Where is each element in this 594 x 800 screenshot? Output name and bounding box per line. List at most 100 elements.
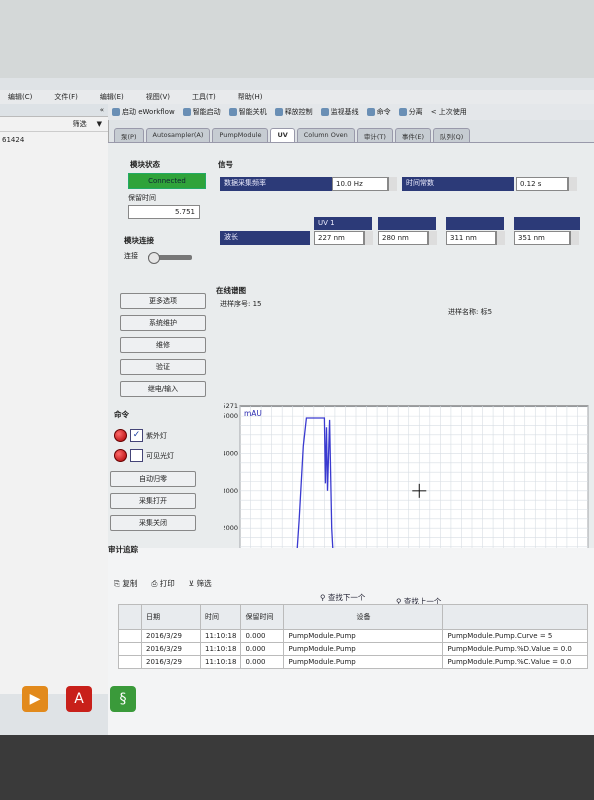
sample-rate-spinner[interactable] xyxy=(388,177,397,191)
repair-button[interactable]: 维修 xyxy=(120,337,206,353)
wavelength-spinner-4[interactable] xyxy=(570,231,579,245)
sample-rate-field[interactable]: 10.0 Hz xyxy=(332,177,388,191)
module-status-title: 模块状态 xyxy=(130,160,160,169)
smart-shutdown-button[interactable]: 智能关机 xyxy=(228,107,267,117)
tab-queue[interactable]: 队列(Q) xyxy=(433,128,471,142)
vis-lamp-indicator xyxy=(114,449,127,462)
module-tabs: 泵(P) Autosampler(A) PumpModule UV Column… xyxy=(108,128,594,142)
menu-item[interactable]: 帮助(H) xyxy=(238,92,263,102)
cell xyxy=(118,629,142,643)
retention-time-label: 保留时间 xyxy=(128,194,156,202)
online-plot-title: 在线谱图 xyxy=(216,286,246,295)
command-button[interactable]: 命令 xyxy=(366,107,391,117)
more-options-button[interactable]: 更多选项 xyxy=(120,293,206,309)
wavelength-spinner-1[interactable] xyxy=(364,231,373,245)
release-control-button[interactable]: 释放控制 xyxy=(274,107,313,117)
uv-lamp-indicator xyxy=(114,429,127,442)
tab-column-oven[interactable]: Column Oven xyxy=(296,128,355,142)
column-header[interactable] xyxy=(118,604,142,630)
monitor-bezel-bottom xyxy=(0,735,594,800)
channel-header-3 xyxy=(446,217,504,230)
tab-pump[interactable]: 泵(P) xyxy=(114,128,144,142)
tab-autosampler[interactable]: Autosampler(A) xyxy=(145,128,211,142)
menu-item[interactable]: 编辑(C) xyxy=(8,92,32,102)
pdf-icon[interactable]: A xyxy=(66,686,92,712)
detach-button[interactable]: 分离 xyxy=(398,107,423,117)
tab-events[interactable]: 事件(E) xyxy=(394,128,432,142)
copy-button[interactable]: ⎘ 复制 xyxy=(114,578,137,589)
cell-time: 11:10:18 xyxy=(199,629,242,643)
filter-label[interactable]: 筛选 xyxy=(73,119,87,129)
menu-item[interactable]: 视图(V) xyxy=(146,92,170,102)
channel-header-uv1: UV 1 xyxy=(314,217,372,230)
time-constant-spinner[interactable] xyxy=(568,177,577,191)
cell xyxy=(118,642,142,656)
y-axis-unit-label: mAU xyxy=(244,409,262,418)
wavelength-field-1[interactable]: 227 nm xyxy=(314,231,364,245)
startup-icon xyxy=(182,108,191,116)
time-constant-label: 时间常数 xyxy=(402,177,514,191)
wavelength-spinner-2[interactable] xyxy=(428,231,437,245)
filter-icon: ⊻ xyxy=(188,579,195,588)
cell-device: PumpModule.Pump xyxy=(283,642,444,656)
audit-trail-title: 审计追踪 xyxy=(108,545,138,554)
menu-item[interactable]: 文件(F) xyxy=(54,92,78,102)
table-row[interactable]: 2016/3/29 11:10:18 0.000 PumpModule.Pump… xyxy=(118,629,588,643)
start-eworkflow-button[interactable]: 启动 eWorkflow xyxy=(112,107,175,117)
cell-retention: 0.000 xyxy=(240,655,285,669)
workflow-icon xyxy=(112,108,120,116)
wavelength-spinner-3[interactable] xyxy=(496,231,505,245)
tab-audit[interactable]: 审计(T) xyxy=(356,128,393,142)
wavelength-field-3[interactable]: 311 nm xyxy=(446,231,496,245)
sample-rate-label: 数据采集频率 xyxy=(220,177,332,191)
table-row[interactable]: 2016/3/29 11:10:18 0.000 PumpModule.Pump… xyxy=(118,655,588,669)
column-header-description[interactable] xyxy=(442,604,588,630)
channel-header-4 xyxy=(514,217,580,230)
monitor-bezel-top xyxy=(0,0,594,78)
relay-input-button[interactable]: 继电/输入 xyxy=(120,381,206,397)
wavelength-field-4[interactable]: 351 nm xyxy=(514,231,570,245)
smart-startup-button[interactable]: 智能启动 xyxy=(182,107,221,117)
wavelength-label: 波长 xyxy=(220,231,310,245)
audit-filter-button[interactable]: ⊻ 筛选 xyxy=(189,578,212,589)
collapse-button[interactable]: « xyxy=(100,106,104,114)
audit-table: 日期 时间 保留时间 设备 2016/3/29 11:10:18 0.000 P… xyxy=(118,604,588,669)
cell-description: PumpModule.Pump.Curve = 5 xyxy=(442,629,588,643)
vis-lamp-label: 可见光灯 xyxy=(146,452,174,460)
filter-bar: 筛选 ▼ xyxy=(0,117,108,132)
time-constant-field[interactable]: 0.12 s xyxy=(516,177,568,191)
monitor-baseline-button[interactable]: 监视基线 xyxy=(320,107,359,117)
system-maintenance-button[interactable]: 系统维护 xyxy=(120,315,206,331)
audit-toolbar: ⎘ 复制 ⎙ 打印 ⊻ 筛选 xyxy=(114,578,212,589)
find-next-button[interactable]: ⚲ 查找下一个 xyxy=(320,592,365,603)
vis-lamp-checkbox[interactable] xyxy=(130,449,143,462)
media-icon[interactable]: ▶ xyxy=(22,686,48,712)
list-item[interactable]: 61424 xyxy=(0,132,108,148)
cell-device: PumpModule.Pump xyxy=(283,655,444,669)
table-row[interactable]: 2016/3/29 11:10:18 0.000 PumpModule.Pump… xyxy=(118,642,588,656)
column-header-device[interactable]: 设备 xyxy=(283,604,444,630)
module-connect-title: 模块连接 xyxy=(124,236,154,245)
detach-icon xyxy=(398,108,407,116)
tab-pumpmodule[interactable]: PumpModule xyxy=(212,128,269,142)
connect-slider-handle[interactable] xyxy=(148,252,160,264)
column-header-date[interactable]: 日期 xyxy=(141,604,201,630)
filter-icon[interactable]: ▼ xyxy=(97,120,102,128)
column-header-time[interactable]: 时间 xyxy=(199,604,242,630)
cell-time: 11:10:18 xyxy=(199,655,242,669)
menu-item[interactable]: 工具(T) xyxy=(192,92,216,102)
acquisition-on-button[interactable]: 采集打开 xyxy=(110,493,196,509)
wavelength-field-2[interactable]: 280 nm xyxy=(378,231,428,245)
acquisition-off-button[interactable]: 采集关闭 xyxy=(110,515,196,531)
last-used-button[interactable]: < 上次使用 xyxy=(431,107,467,117)
uv-lamp-checkbox[interactable]: ✓ xyxy=(130,429,143,442)
app-icon[interactable]: § xyxy=(110,686,136,712)
column-header-retention[interactable]: 保留时间 xyxy=(240,604,285,630)
verify-button[interactable]: 验证 xyxy=(120,359,206,375)
print-button[interactable]: ⎙ 打印 xyxy=(151,578,174,589)
autozero-button[interactable]: 自动归零 xyxy=(110,471,196,487)
menu-item[interactable]: 编辑(E) xyxy=(100,92,124,102)
y-tick-label: 2000 xyxy=(224,524,238,532)
tab-uv[interactable]: UV xyxy=(270,128,295,142)
copy-icon: ⎘ xyxy=(114,579,120,588)
